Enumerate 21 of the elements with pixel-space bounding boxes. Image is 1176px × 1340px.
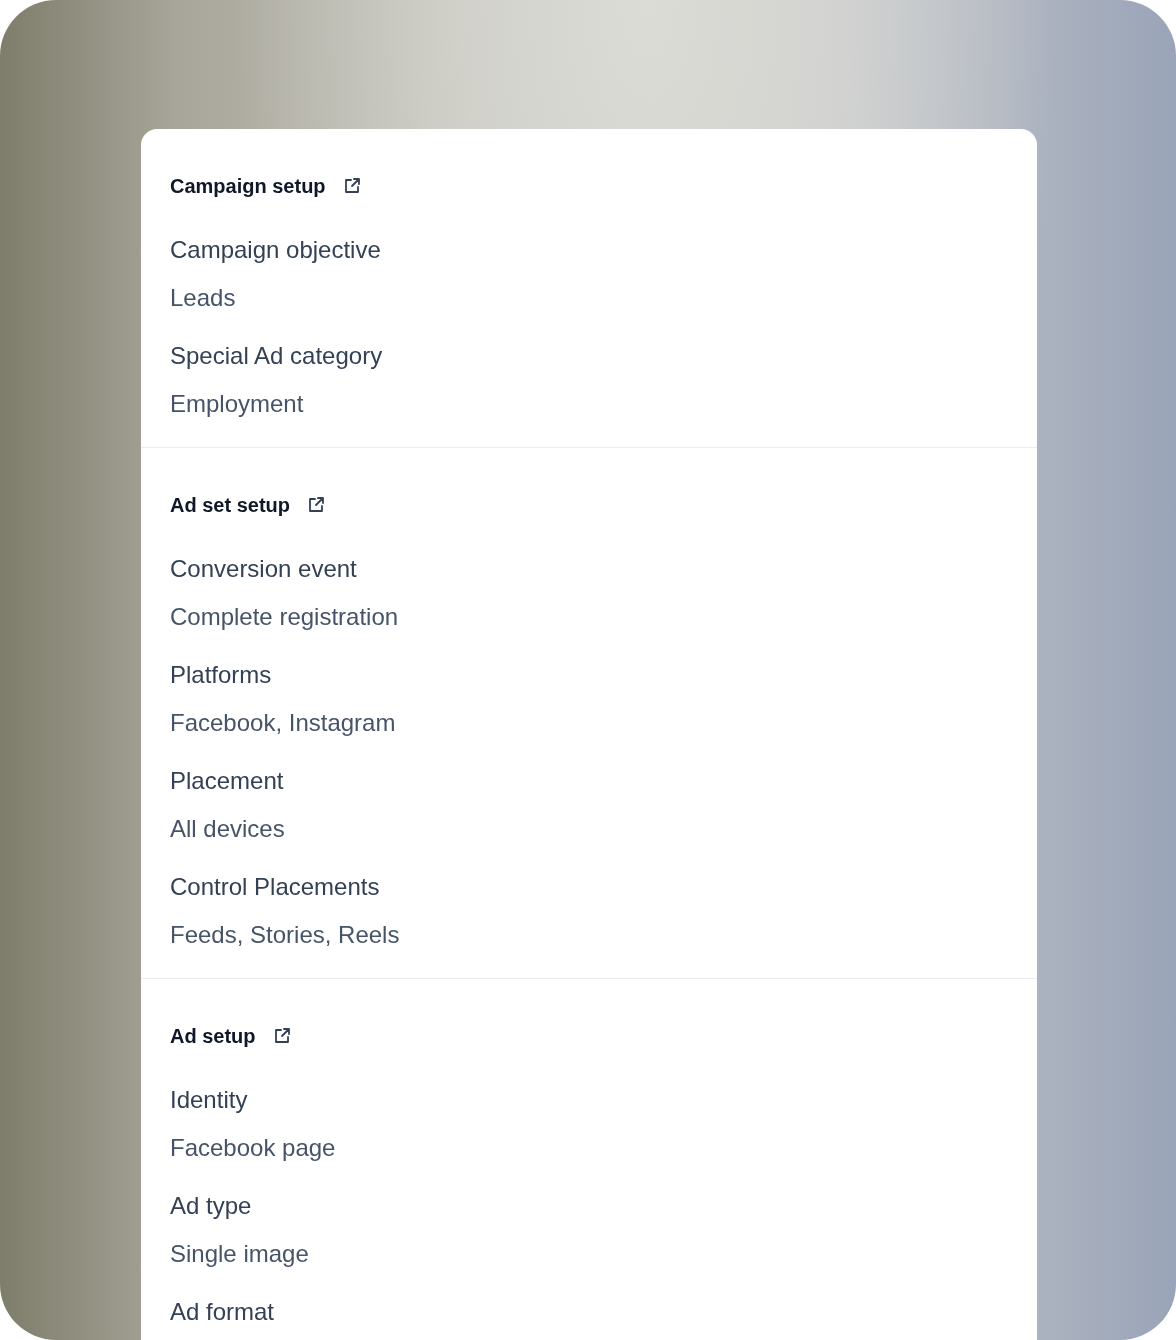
field-label: Ad format — [170, 1297, 275, 1327]
section-title: Ad setup — [170, 1024, 256, 1048]
field-value: Employment — [170, 389, 304, 419]
field-label: Platforms — [170, 660, 272, 690]
external-link-icon[interactable] — [306, 495, 327, 515]
field-value: All devices — [170, 814, 285, 844]
field-value: Leads — [170, 283, 236, 313]
field-label: Conversion event — [170, 554, 357, 584]
field-value: Facebook, Instagram — [170, 708, 396, 738]
field-value: Feeds, Stories, Reels — [170, 920, 400, 950]
field-value: Complete registration — [170, 602, 399, 632]
field-value: Single image — [170, 1239, 309, 1269]
field-label: Ad type — [170, 1191, 252, 1221]
field-label: Control Placements — [170, 872, 380, 902]
field-value: Facebook page — [170, 1133, 336, 1163]
section-title: Campaign setup — [170, 174, 326, 198]
field-label: Special Ad category — [170, 341, 383, 371]
field-label: Placement — [170, 766, 284, 796]
section-title: Ad set setup — [170, 493, 291, 517]
field-label: Identity — [170, 1085, 248, 1115]
field-label: Campaign objective — [170, 235, 381, 265]
